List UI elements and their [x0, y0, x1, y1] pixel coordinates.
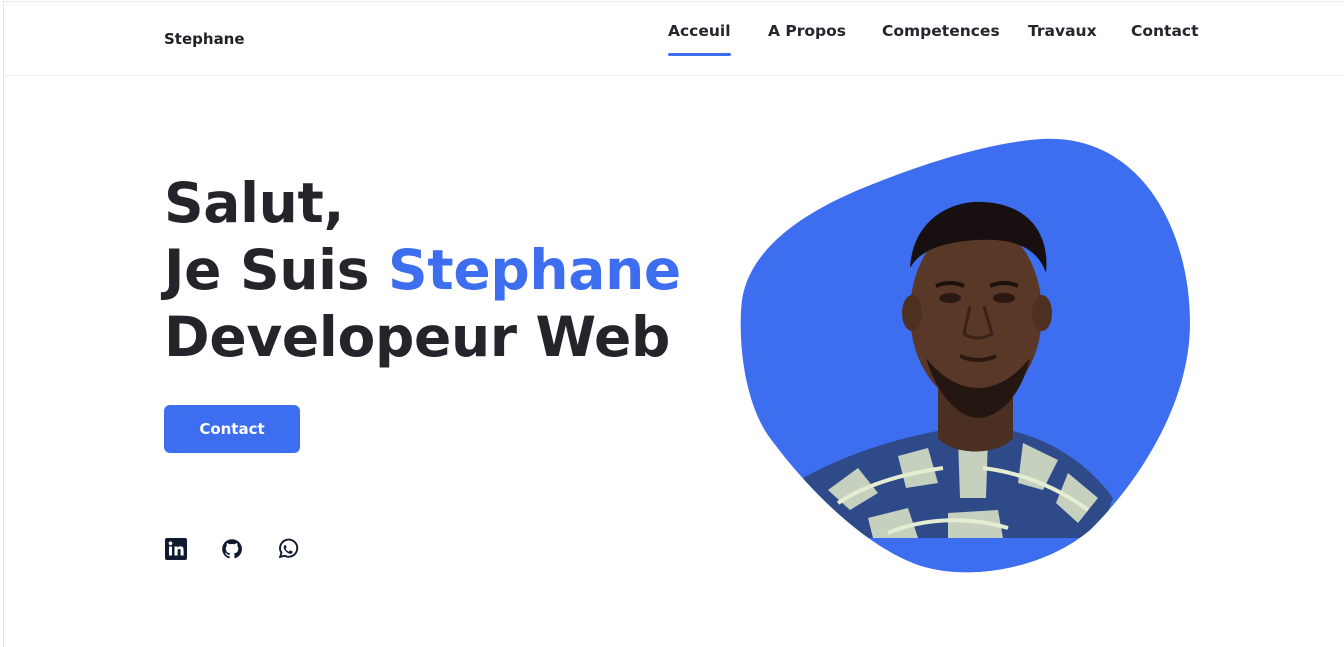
- brand-logo[interactable]: Stephane: [164, 30, 245, 48]
- hero-greeting: Salut,: [164, 171, 345, 235]
- github-icon[interactable]: [220, 537, 244, 561]
- portrait-svg: [740, 138, 1190, 573]
- hero-name: Stephane: [388, 238, 681, 302]
- linkedin-icon[interactable]: [164, 537, 188, 561]
- nav-item-contact[interactable]: Contact: [1131, 22, 1199, 56]
- whatsapp-icon[interactable]: [276, 537, 300, 561]
- site-header: Stephane Acceuil A Propos Competences Tr…: [4, 2, 1344, 76]
- hero-intro-prefix: Je Suis: [164, 238, 389, 302]
- page-frame: Stephane Acceuil A Propos Competences Tr…: [3, 1, 1344, 647]
- nav-item-competences[interactable]: Competences: [882, 22, 1000, 56]
- hero-role: Developeur Web: [164, 305, 671, 369]
- nav-item-acceuil[interactable]: Acceuil: [668, 22, 731, 56]
- nav-item-a-propos[interactable]: A Propos: [768, 22, 846, 56]
- hero-heading: Salut, Je Suis Stephane Developeur Web: [164, 170, 681, 371]
- contact-button[interactable]: Contact: [164, 405, 300, 453]
- hero-portrait: [738, 138, 1190, 578]
- nav-item-travaux[interactable]: Travaux: [1028, 22, 1097, 56]
